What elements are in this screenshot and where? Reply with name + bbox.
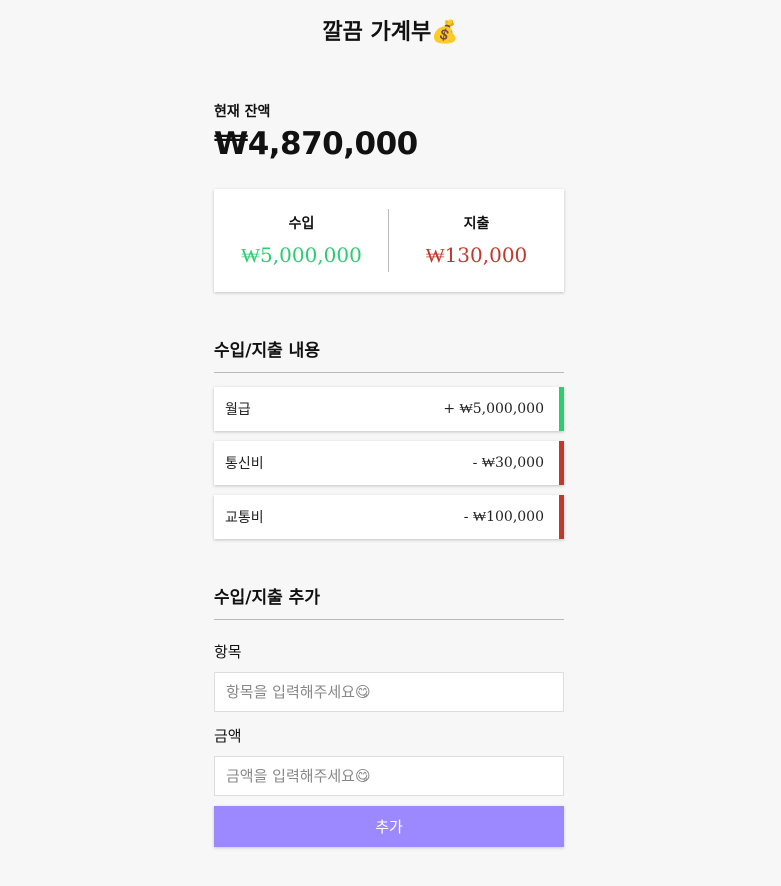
- summary-divider: [388, 209, 389, 272]
- history-item-name: 교통비: [225, 510, 264, 526]
- history-item[interactable]: 월급 + ₩5,000,000: [214, 387, 564, 431]
- history-item-name: 월급: [225, 402, 251, 418]
- history-section-title: 수입/지출 내용: [214, 336, 564, 373]
- expense-value: ₩130,000: [425, 243, 528, 267]
- history-item-name: 통신비: [225, 456, 264, 472]
- income-expense-summary-card: 수입 ₩5,000,000 지출 ₩130,000: [214, 189, 564, 292]
- amount-input[interactable]: [214, 756, 564, 796]
- history-item-amount: + ₩5,000,000: [443, 400, 544, 417]
- history-item[interactable]: 통신비 - ₩30,000: [214, 441, 564, 485]
- balance-label: 현재 잔액: [214, 104, 271, 120]
- history-item-amount: - ₩100,000: [463, 508, 544, 525]
- history-item[interactable]: 교통비 - ₩100,000: [214, 495, 564, 539]
- expense-summary: 지출 ₩130,000: [389, 189, 564, 292]
- history-list: 월급 + ₩5,000,000 통신비 - ₩30,000 교통비 - ₩100…: [214, 387, 564, 549]
- expense-label: 지출: [463, 216, 490, 232]
- history-item-amount: - ₩30,000: [472, 454, 544, 471]
- balance-value: ₩4,870,000: [214, 126, 418, 162]
- income-label: 수입: [288, 216, 315, 232]
- add-button[interactable]: 추가: [214, 806, 564, 847]
- income-value: ₩5,000,000: [241, 243, 362, 267]
- item-input[interactable]: [214, 672, 564, 712]
- item-field-label: 항목: [214, 643, 242, 661]
- add-section-title: 수입/지출 추가: [214, 583, 564, 620]
- app-title: 깔끔 가계부💰: [322, 20, 459, 45]
- income-summary: 수입 ₩5,000,000: [214, 189, 389, 292]
- amount-field-label: 금액: [214, 727, 242, 745]
